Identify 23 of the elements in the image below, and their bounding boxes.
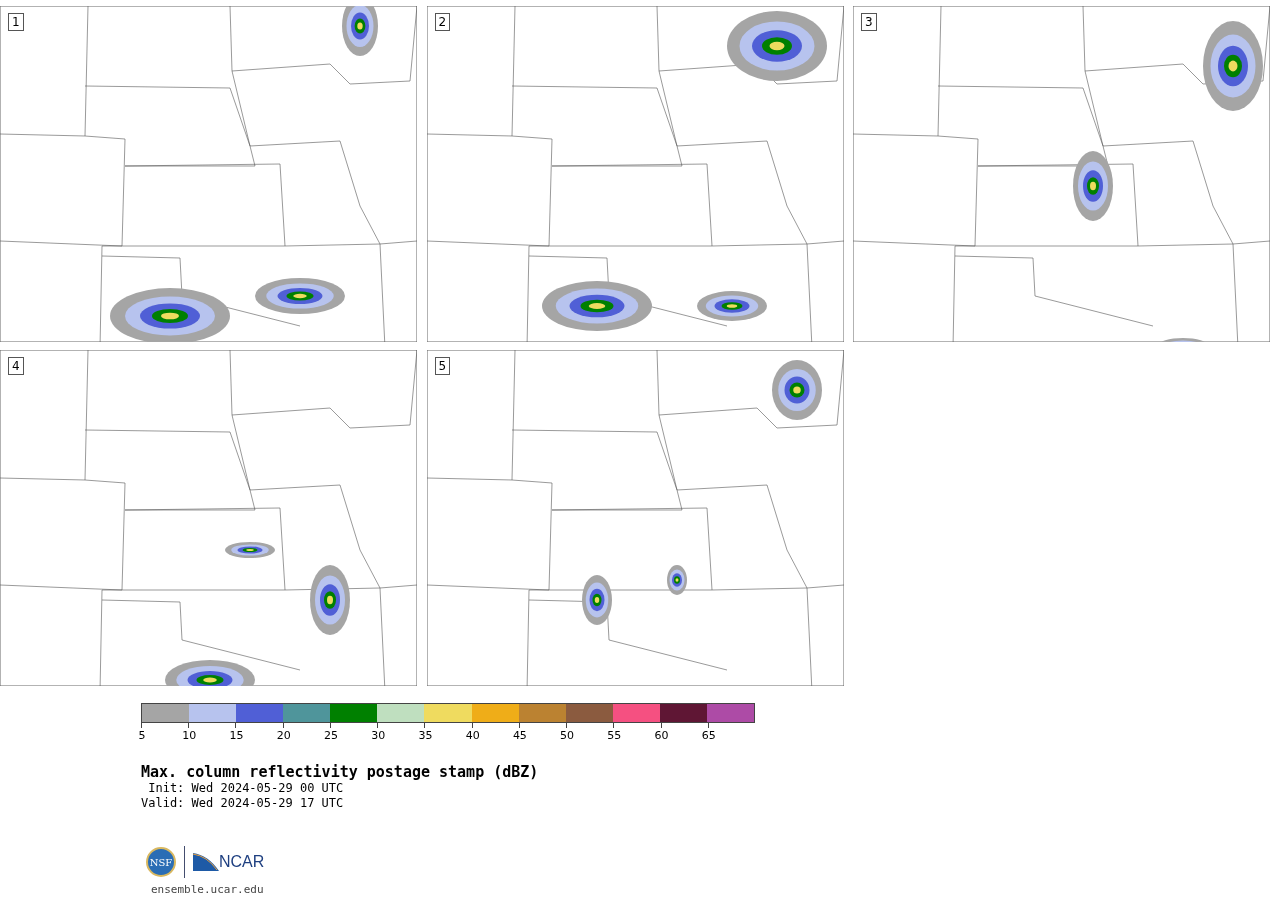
site-url: ensemble.ucar.edu (151, 883, 265, 896)
tick-label: 65 (700, 729, 717, 742)
tick-label: 20 (275, 729, 292, 742)
panel-number: 3 (861, 13, 877, 31)
tick-label: 5 (137, 729, 147, 742)
tick-label: 40 (464, 729, 481, 742)
tick-label: 35 (417, 729, 434, 742)
chart-title: Max. column reflectivity postage stamp (dBZ) (141, 763, 540, 781)
nsf-logo: NSF (146, 847, 176, 877)
panel-number: 4 (8, 357, 24, 375)
tick-label: 30 (370, 729, 387, 742)
ncar-logo: NCAR (219, 853, 265, 871)
tick-label: 60 (653, 729, 670, 742)
swoosh-icon (193, 853, 219, 871)
tick-label: 25 (322, 729, 339, 742)
tick-label: 50 (559, 729, 576, 742)
tick-label: 10 (181, 729, 198, 742)
tick-label: 45 (511, 729, 528, 742)
tick-label: 15 (228, 729, 245, 742)
panel-number: 1 (8, 13, 24, 31)
init-time: Init: Wed 2024-05-29 00 UTC (147, 781, 345, 796)
valid-time: Valid: Wed 2024-05-29 17 UTC (141, 796, 345, 811)
tick-label: 55 (606, 729, 623, 742)
